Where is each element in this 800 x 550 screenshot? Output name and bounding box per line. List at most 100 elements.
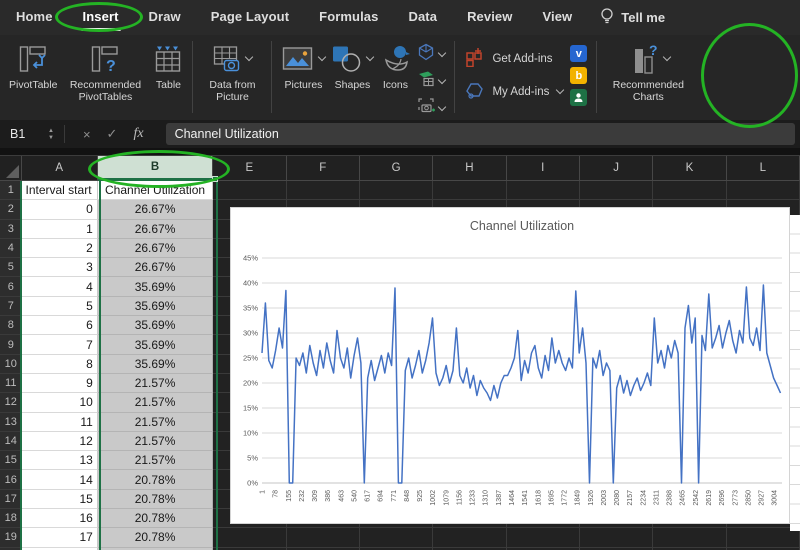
column-header-F[interactable]: F	[286, 156, 360, 181]
cell-A6[interactable]: 4	[21, 277, 98, 297]
screenshot-button[interactable]	[417, 97, 447, 120]
cell-G1[interactable]	[359, 181, 434, 201]
select-all-corner[interactable]	[0, 156, 22, 181]
cell-B18[interactable]: 20.78%	[97, 509, 214, 529]
column-header-B[interactable]: B	[97, 156, 214, 181]
cell-B13[interactable]: 21.57%	[97, 412, 214, 432]
column-header-H[interactable]: H	[433, 156, 507, 181]
row-header-3[interactable]: 3	[0, 219, 22, 239]
insert-function-icon[interactable]: fx	[133, 126, 143, 142]
cell-B8[interactable]: 35.69%	[97, 316, 214, 336]
row-header-7[interactable]: 7	[0, 296, 22, 317]
visio-addin-icon[interactable]: v	[570, 45, 588, 62]
cell-A1[interactable]: Interval start	[21, 181, 98, 201]
cell-B6[interactable]: 35.69%	[97, 277, 214, 297]
name-box-spinner[interactable]: ▲ ▼	[48, 128, 54, 141]
cell-B1[interactable]: Channel Utilization	[97, 181, 214, 201]
icons-button[interactable]: Icons	[379, 41, 411, 91]
tab-insert[interactable]: Insert	[80, 1, 121, 34]
cell-A4[interactable]: 2	[21, 238, 98, 259]
cell-J19[interactable]	[579, 528, 654, 548]
column-header-G[interactable]: G	[359, 156, 434, 181]
row-header-2[interactable]: 2	[0, 200, 22, 220]
cell-K1[interactable]	[653, 181, 727, 201]
cell-A17[interactable]: 15	[21, 489, 98, 510]
cell-B4[interactable]: 26.67%	[97, 238, 214, 259]
cancel-icon[interactable]: ×	[83, 127, 91, 142]
formula-input[interactable]: Channel Utilization	[165, 123, 795, 145]
my-addins-button[interactable]: My Add-ins	[465, 80, 565, 103]
column-header-I[interactable]: I	[506, 156, 580, 181]
recommended-charts-button[interactable]: ? Recommended Charts	[606, 41, 690, 104]
pivottable-button[interactable]: PivotTable	[9, 41, 57, 91]
cell-B5[interactable]: 26.67%	[97, 258, 214, 278]
row-header-15[interactable]: 15	[0, 451, 22, 471]
cell-A8[interactable]: 6	[21, 316, 98, 336]
row-header-5[interactable]: 5	[0, 258, 22, 278]
cell-I1[interactable]	[506, 181, 580, 201]
row-header-8[interactable]: 8	[0, 316, 22, 336]
cell-B14[interactable]: 21.57%	[97, 431, 214, 452]
cell-B16[interactable]: 20.78%	[97, 470, 214, 490]
cell-H19[interactable]	[433, 528, 507, 548]
tab-page-layout[interactable]: Page Layout	[209, 1, 291, 34]
cell-B19[interactable]: 20.78%	[97, 528, 214, 548]
cell-G19[interactable]	[359, 528, 434, 548]
cell-A13[interactable]: 11	[21, 412, 98, 432]
cell-I19[interactable]	[506, 528, 580, 548]
people-addin-icon[interactable]	[570, 89, 588, 106]
get-addins-button[interactable]: Get Add-ins	[465, 47, 563, 70]
cell-A7[interactable]: 5	[21, 296, 98, 317]
cell-A12[interactable]: 10	[21, 393, 98, 413]
cell-L1[interactable]	[726, 181, 800, 201]
data-from-picture-button[interactable]: Data from Picture	[202, 41, 262, 104]
row-header-1[interactable]: 1	[0, 181, 22, 201]
cell-F1[interactable]	[286, 181, 360, 201]
3d-models-button[interactable]	[417, 43, 447, 66]
row-header-14[interactable]: 14	[0, 431, 22, 452]
cell-A2[interactable]: 0	[21, 200, 98, 220]
row-header-12[interactable]: 12	[0, 393, 22, 413]
column-header-K[interactable]: K	[653, 156, 727, 181]
selection-fill-handle[interactable]	[212, 176, 218, 182]
cell-H1[interactable]	[433, 181, 507, 201]
cell-A5[interactable]: 3	[21, 258, 98, 278]
chart-object[interactable]: Channel Utilization 0% 5% 10% 15% 20% 25% 30% 35…	[230, 207, 790, 524]
cell-A9[interactable]: 7	[21, 335, 98, 355]
smartart-button[interactable]	[417, 70, 447, 93]
cell-B17[interactable]: 20.78%	[97, 489, 214, 510]
tab-formulas[interactable]: Formulas	[317, 1, 380, 34]
row-header-17[interactable]: 17	[0, 489, 22, 510]
cell-B10[interactable]: 35.69%	[97, 354, 214, 374]
cell-A16[interactable]: 14	[21, 470, 98, 490]
cell-A10[interactable]: 8	[21, 354, 98, 374]
cell-A15[interactable]: 13	[21, 451, 98, 471]
row-header-11[interactable]: 11	[0, 373, 22, 394]
cell-A3[interactable]: 1	[21, 219, 98, 239]
row-header-13[interactable]: 13	[0, 412, 22, 432]
tab-data[interactable]: Data	[406, 1, 439, 34]
tab-draw[interactable]: Draw	[147, 1, 183, 34]
name-box[interactable]: B1	[0, 127, 48, 141]
row-header-16[interactable]: 16	[0, 470, 22, 490]
column-header-J[interactable]: J	[579, 156, 654, 181]
table-button[interactable]: Table	[153, 41, 183, 91]
cell-A19[interactable]: 17	[21, 528, 98, 548]
row-header-9[interactable]: 9	[0, 335, 22, 355]
bing-addin-icon[interactable]: b	[570, 67, 588, 84]
cell-K19[interactable]	[653, 528, 727, 548]
row-header-19[interactable]: 19	[0, 528, 22, 548]
cell-A18[interactable]: 16	[21, 509, 98, 529]
tab-home[interactable]: Home	[14, 1, 55, 34]
column-header-A[interactable]: A	[21, 156, 98, 181]
cell-B11[interactable]: 21.57%	[97, 373, 214, 394]
cell-B2[interactable]: 26.67%	[97, 200, 214, 220]
row-header-10[interactable]: 10	[0, 354, 22, 374]
cell-A11[interactable]: 9	[21, 373, 98, 394]
cell-A14[interactable]: 12	[21, 431, 98, 452]
cell-B3[interactable]: 26.67%	[97, 219, 214, 239]
cell-J1[interactable]	[579, 181, 654, 201]
pictures-button[interactable]: Pictures	[281, 41, 327, 91]
tell-me[interactable]: Tell me	[600, 7, 665, 28]
cell-B12[interactable]: 21.57%	[97, 393, 214, 413]
